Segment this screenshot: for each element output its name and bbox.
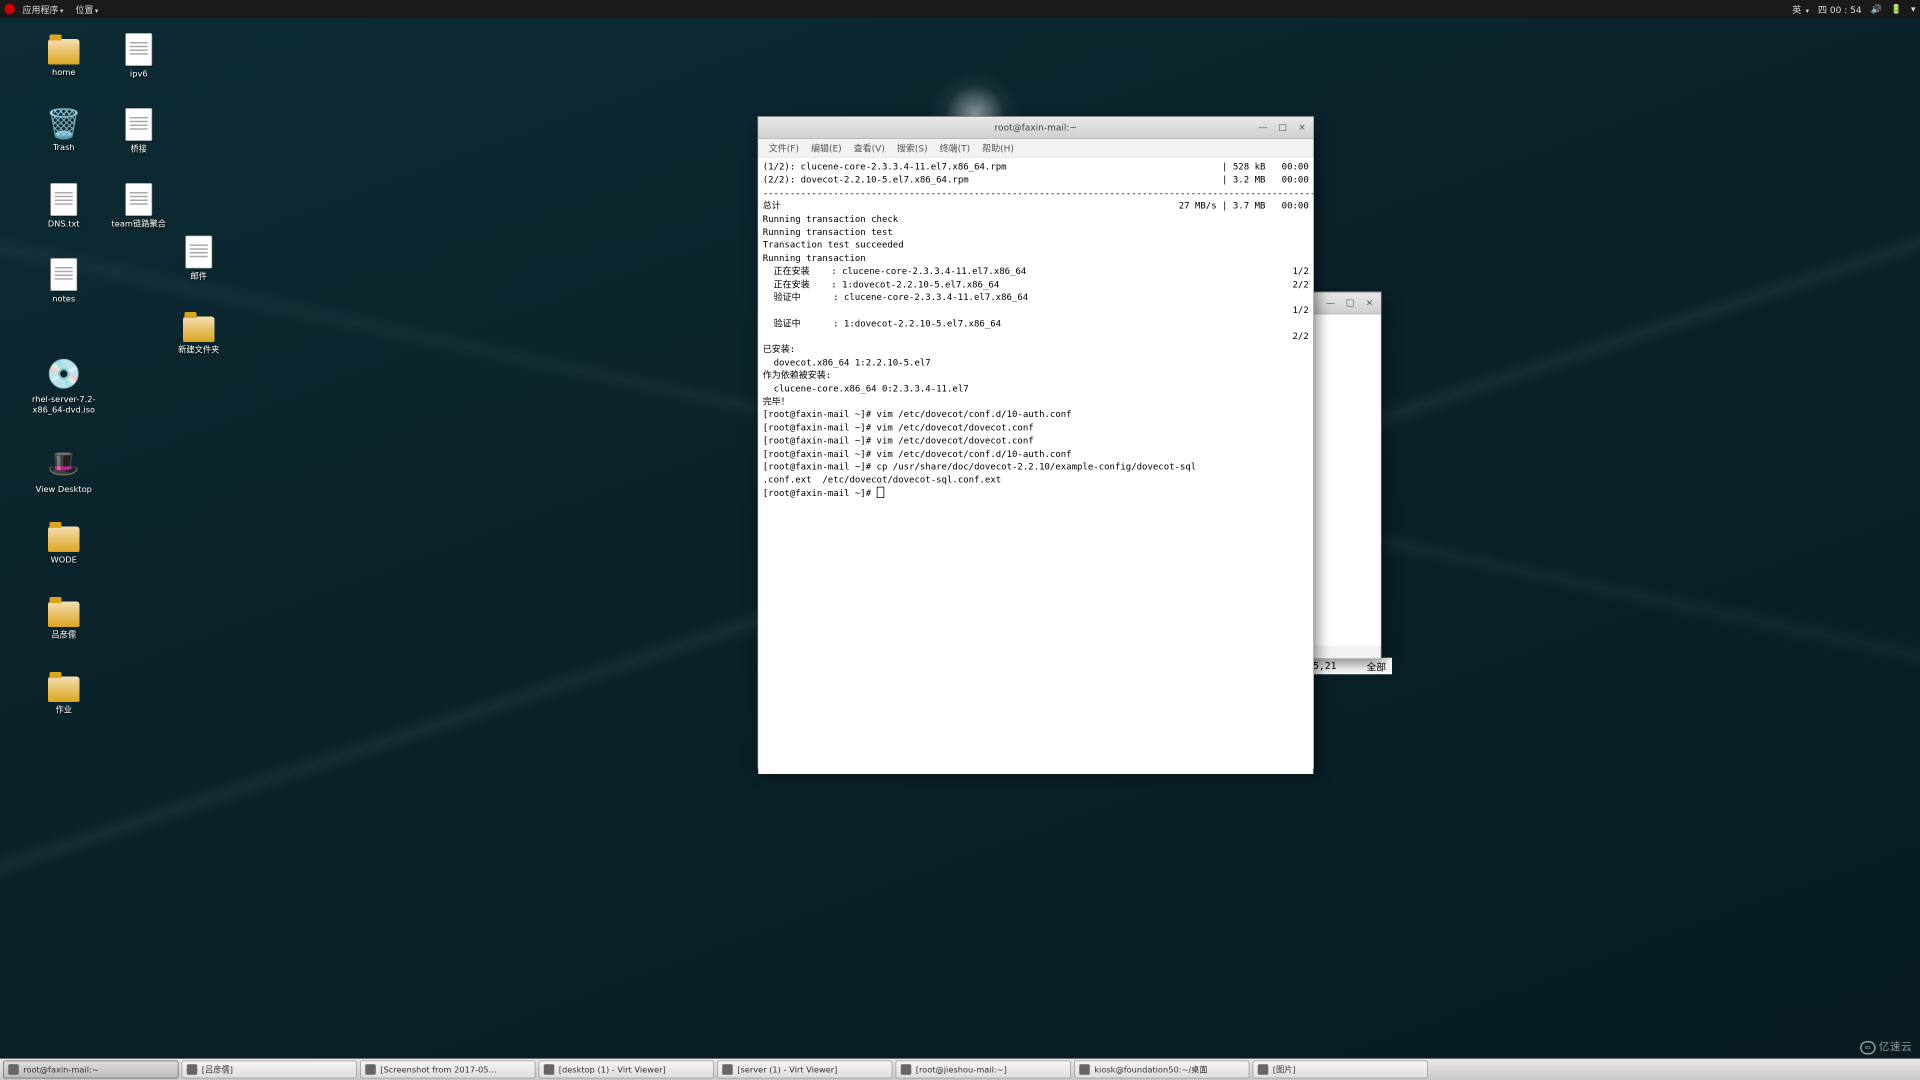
bottom-panel: root@faxin-mail:~ [吕彦儒] [Screenshot from 2… [0,1058,1920,1080]
icon-label: 桥接 [105,144,173,155]
task-icon [365,1064,376,1075]
terminal-window[interactable]: root@faxin-mail:~ — □ × 文件(F)编辑(E)查看(V)搜… [758,116,1315,769]
menu-搜索(S)[interactable]: 搜索(S) [892,140,932,156]
menu-终端(T)[interactable]: 终端(T) [935,140,975,156]
file-icon [125,33,152,66]
watermark: ∞亿速云 [1860,1039,1912,1055]
ime-indicator[interactable]: 英 ▾ [1792,3,1809,16]
task-icon [722,1064,733,1075]
applications-menu[interactable]: 应用程序▾ [18,3,68,16]
task-kiosk[interactable]: kiosk@foundation50:~/桌面 [1074,1061,1250,1079]
trash-icon: 🗑️ [50,108,79,140]
top-panel: 应用程序▾ 位置▾ 英 ▾ 四 00 : 54 🔊 🔋 ▾ [0,0,1920,18]
folder-icon [48,602,80,628]
desktop-icon-team[interactable]: team链路聚合 [105,183,173,230]
desktop-icon-bridge[interactable]: 桥接 [105,108,173,155]
icon-label: 作业 [30,705,98,716]
menu-查看(V)[interactable]: 查看(V) [849,140,889,156]
file-icon [125,108,152,141]
clock[interactable]: 四 00 : 54 [1818,3,1862,16]
task-label: [desktop (1) - Virt Viewer] [559,1065,666,1075]
icon-label: View Desktop [30,485,98,496]
task-icon [901,1064,912,1075]
task-virt1[interactable]: [desktop (1) - Virt Viewer] [539,1061,715,1079]
task-icon [544,1064,555,1075]
terminal-titlebar[interactable]: root@faxin-mail:~ — □ × [758,117,1313,139]
task-icon [8,1064,19,1075]
task-label: [Screenshot from 2017-05… [380,1065,497,1075]
folder-icon [48,677,80,703]
redhat-logo-icon [5,4,16,15]
task-label: kiosk@foundation50:~/桌面 [1094,1064,1207,1076]
close-button[interactable]: × [1363,296,1377,310]
desktop-icon-iso[interactable]: 💿 rhel-server-7.2-x86_64-dvd.iso [30,356,98,416]
redhat-icon: 🎩 [46,446,82,482]
icon-label: 邮件 [165,272,233,283]
icon-label: home [30,68,98,79]
icon-label: 新建文件夹 [165,345,233,356]
file-icon [185,236,212,269]
task-icon [1079,1064,1090,1075]
places-menu[interactable]: 位置▾ [71,3,103,16]
desktop-icon-ipv6[interactable]: ipv6 [105,33,173,80]
file-icon [50,258,77,291]
task-virt2[interactable]: [server (1) - Virt Viewer] [717,1061,893,1079]
desktop-icon-mail[interactable]: 邮件 [165,236,233,283]
task-pictures[interactable]: [图片] [1253,1061,1429,1079]
task-label: root@faxin-mail:~ [23,1065,99,1075]
battery-icon[interactable]: 🔋 [1891,4,1902,15]
task-icon [1258,1064,1269,1075]
minimize-button[interactable]: — [1324,296,1338,310]
folder-icon [48,527,80,553]
maximize-button[interactable]: □ [1343,296,1357,310]
task-label: [server (1) - Virt Viewer] [737,1065,837,1075]
desktop-icon-trash[interactable]: 🗑️ Trash [30,108,98,153]
task-label: [图片] [1273,1064,1296,1076]
terminal-menubar: 文件(F)编辑(E)查看(V)搜索(S)终端(T)帮助(H) [758,139,1313,158]
desktop-icon-wode[interactable]: WODE [30,521,98,566]
task-terminal[interactable]: root@faxin-mail:~ [3,1061,179,1079]
file-icon [50,183,77,216]
terminal-cursor [877,487,885,498]
volume-icon[interactable]: 🔊 [1871,4,1882,15]
icon-label: DNS.txt [30,219,98,230]
icon-label: notes [30,294,98,305]
maximize-button[interactable]: □ [1276,120,1290,134]
menu-编辑(E)[interactable]: 编辑(E) [806,140,846,156]
user-menu-arrow-icon[interactable]: ▾ [1911,4,1916,15]
desktop-icon-newfolder[interactable]: 新建文件夹 [165,311,233,356]
terminal-output[interactable]: (1/2): clucene-core-2.3.3.4-11.el7.x86_6… [758,158,1313,775]
desktop-icon-homework[interactable]: 作业 [30,671,98,716]
desktop-icon-home[interactable]: home [30,33,98,78]
minimize-button[interactable]: — [1256,120,1270,134]
icon-label: rhel-server-7.2-x86_64-dvd.iso [30,395,98,416]
window-title: root@faxin-mail:~ [995,122,1077,133]
desktop-icon-viewdesktop[interactable]: 🎩 View Desktop [30,446,98,496]
folder-icon [48,39,80,65]
menu-文件(F)[interactable]: 文件(F) [764,140,803,156]
vim-percent: 全部 [1366,659,1386,673]
icon-label: ipv6 [105,69,173,80]
file-icon [125,183,152,216]
task-screenshot[interactable]: [Screenshot from 2017-05… [360,1061,536,1079]
menu-帮助(H)[interactable]: 帮助(H) [978,140,1019,156]
icon-label: 吕彦儒 [30,630,98,641]
icon-label: Trash [30,143,98,154]
icon-label: WODE [30,555,98,566]
desktop-icon-dns[interactable]: DNS.txt [30,183,98,230]
icon-label: team链路聚合 [105,219,173,230]
disc-icon: 💿 [46,356,82,392]
task-gedit[interactable]: [吕彦儒] [182,1061,358,1079]
task-icon [187,1064,198,1075]
close-button[interactable]: × [1295,120,1309,134]
folder-icon [183,317,215,343]
desktop-icon-notes[interactable]: notes [30,258,98,305]
task-jieshou[interactable]: [root@jieshou-mail:~] [896,1061,1072,1079]
task-label: [吕彦儒] [202,1064,233,1076]
desktop-icon-lvyanru[interactable]: 吕彦儒 [30,596,98,641]
task-label: [root@jieshou-mail:~] [916,1065,1007,1075]
